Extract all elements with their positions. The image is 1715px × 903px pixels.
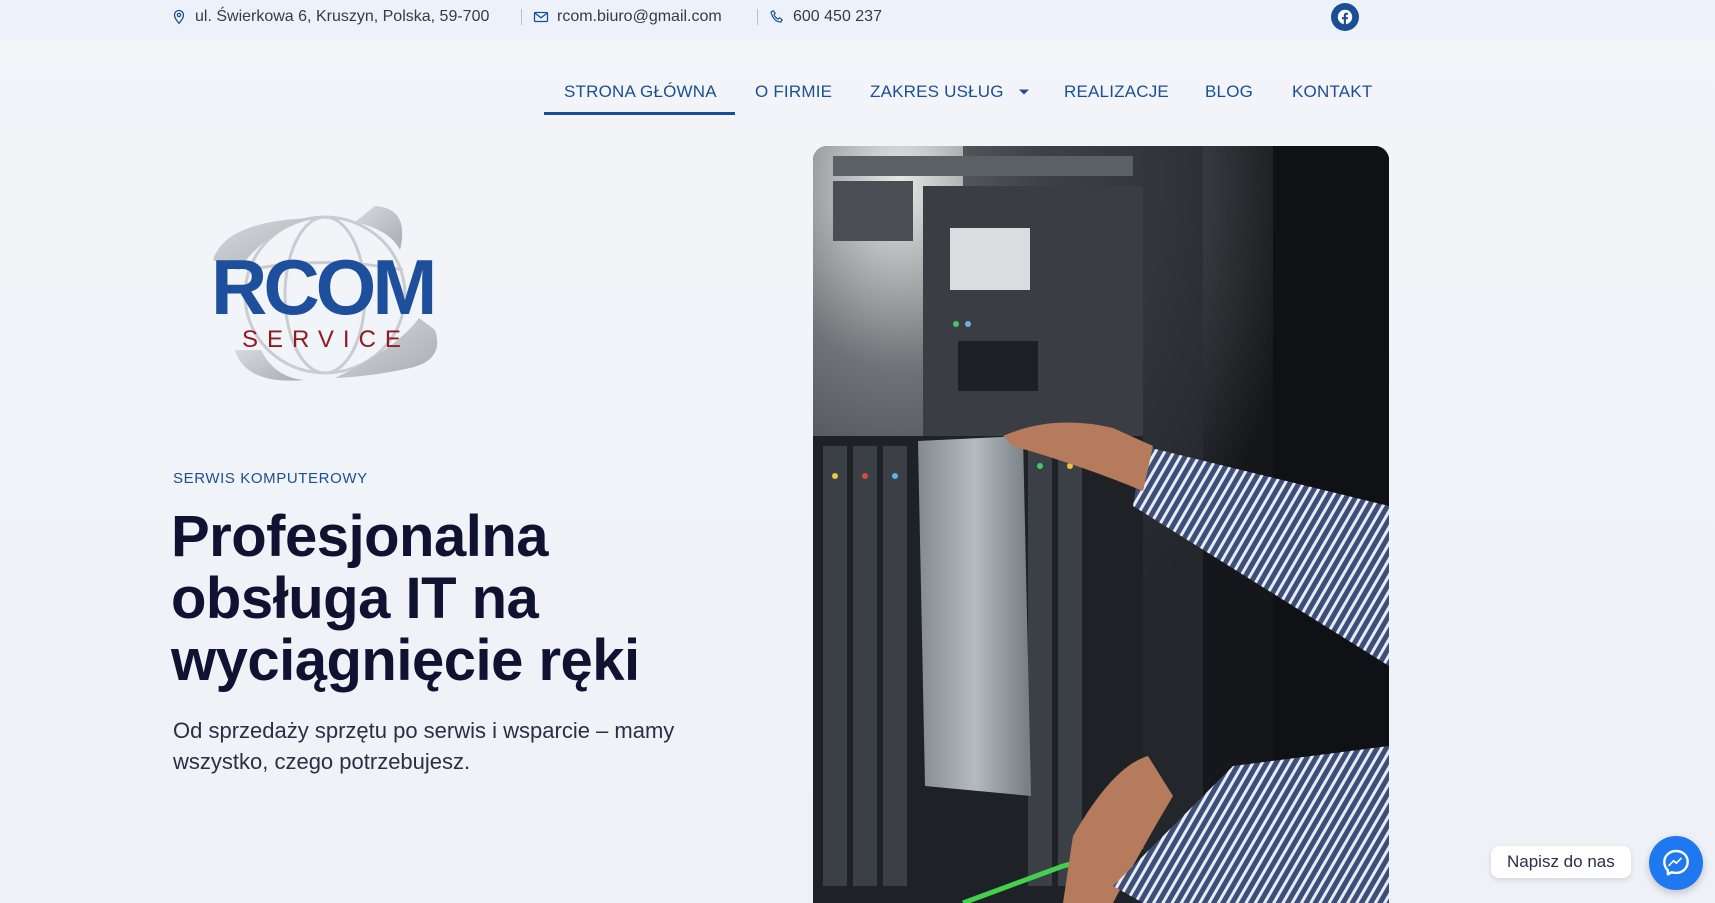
messenger-icon <box>1663 849 1689 876</box>
logo-subtitle: SERVICE <box>242 326 410 353</box>
hero-headline: Profesjonalna obsługa IT na wyciągnięcie… <box>171 506 731 692</box>
divider <box>521 9 522 25</box>
nav-realizacje[interactable]: REALIZACJE <box>1064 72 1169 112</box>
nav-label: KONTAKT <box>1292 82 1373 101</box>
chat-prompt-label[interactable]: Napisz do nas <box>1491 846 1631 878</box>
caret-down-icon <box>1018 89 1029 95</box>
phone-link[interactable]: 600 450 237 <box>793 8 882 26</box>
email-item[interactable]: rcom.biuro@gmail.com <box>533 0 722 34</box>
nav-label: STRONA GŁÓWNA <box>564 82 717 101</box>
hero-eyebrow: SERWIS KOMPUTEROWY <box>173 470 368 487</box>
nav-kontakt[interactable]: KONTAKT <box>1292 72 1372 112</box>
email-link[interactable]: rcom.biuro@gmail.com <box>557 8 722 26</box>
headline-line: wyciągnięcie ręki <box>171 628 640 693</box>
nav-o-firmie[interactable]: O FIRMIE <box>755 72 832 112</box>
hero-subheadline: Od sprzedaży sprzętu po serwis i wsparci… <box>173 718 675 774</box>
phone-icon <box>770 10 783 23</box>
rcom-logo[interactable]: RCOM SERVICE <box>205 200 445 390</box>
hero-image-server-rack <box>813 146 1389 903</box>
headline-line: Profesjonalna <box>171 504 549 569</box>
location-pin-icon <box>173 9 185 25</box>
nav-strona-glowna[interactable]: STRONA GŁÓWNA <box>564 72 717 112</box>
address-text: ul. Świerkowa 6, Kruszyn, Polska, 59-700 <box>195 8 490 25</box>
address-item: ul. Świerkowa 6, Kruszyn, Polska, 59-700 <box>171 0 489 34</box>
headline-line: obsługa IT na <box>171 566 539 631</box>
nav-active-indicator <box>544 112 735 115</box>
messenger-chat-button[interactable] <box>1649 836 1703 890</box>
nav-zakres-uslug[interactable]: ZAKRES USŁUG <box>870 72 1030 112</box>
phone-item[interactable]: 600 450 237 <box>769 0 882 34</box>
logo-wordmark: RCOM <box>211 243 437 331</box>
nav-label: O FIRMIE <box>755 82 833 101</box>
server-rack-illustration <box>813 146 1389 903</box>
nav-blog[interactable]: BLOG <box>1205 72 1253 112</box>
facebook-icon <box>1337 9 1353 25</box>
envelope-icon <box>533 11 549 23</box>
facebook-button[interactable] <box>1331 3 1359 31</box>
divider <box>757 9 758 25</box>
nav-label: BLOG <box>1205 82 1254 101</box>
top-bar: ul. Świerkowa 6, Kruszyn, Polska, 59-700… <box>0 0 1715 40</box>
nav-label: REALIZACJE <box>1064 82 1169 101</box>
nav-label: ZAKRES USŁUG <box>870 82 1004 101</box>
